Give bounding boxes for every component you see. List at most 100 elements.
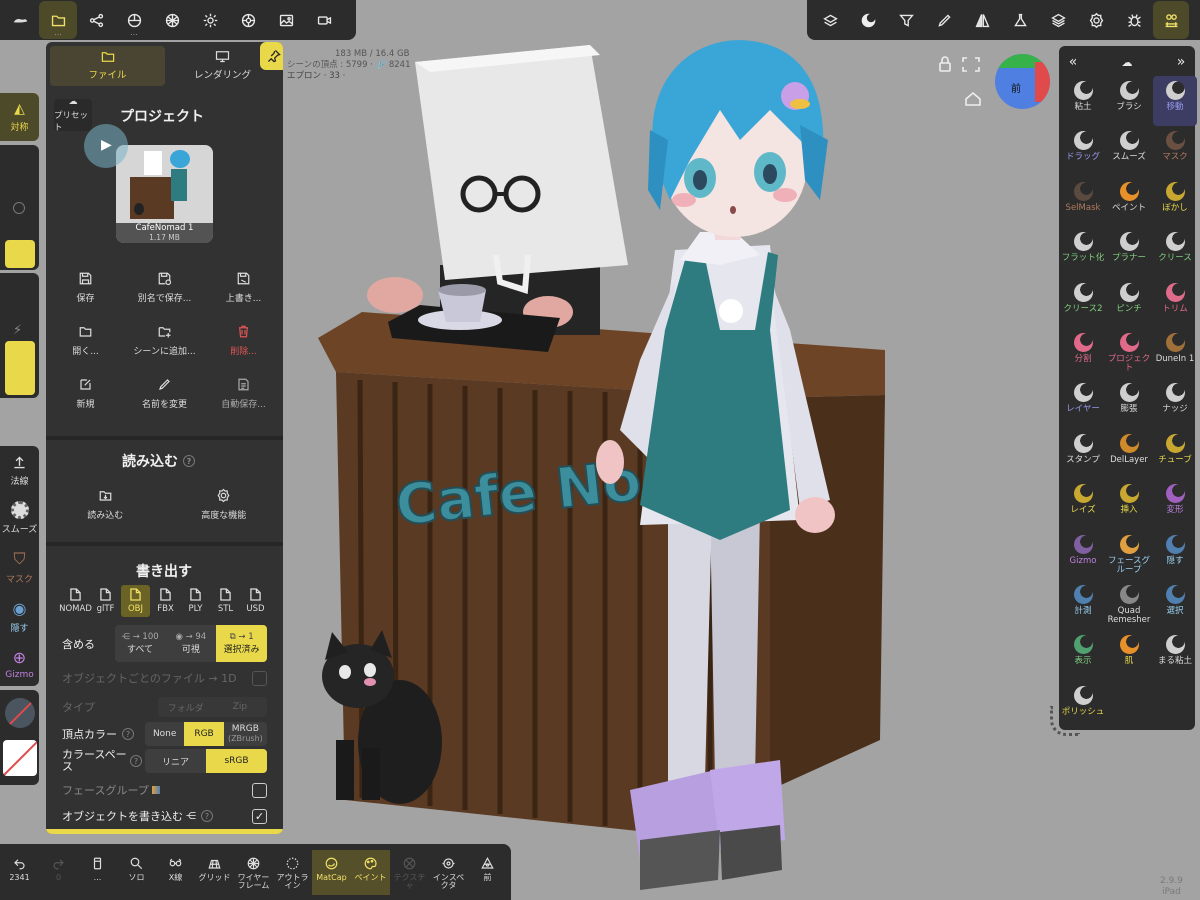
tool-quad-remesher[interactable]: Quad Remesher bbox=[1107, 580, 1151, 630]
include-option-1[interactable]: ◉ → 94 可視 bbox=[165, 625, 216, 662]
filter-icon[interactable] bbox=[887, 1, 925, 39]
nomad-logo-icon[interactable] bbox=[1, 1, 39, 39]
color-space-linear[interactable]: リニア bbox=[145, 749, 206, 773]
tool-粘土[interactable]: 粘土 bbox=[1061, 76, 1105, 126]
write-objects-checkbox[interactable]: ✓ bbox=[252, 808, 267, 824]
brush-stroke-icon[interactable] bbox=[925, 1, 963, 39]
tool-変形[interactable]: 変形 bbox=[1153, 479, 1197, 529]
tool-フラット化[interactable]: フラット化 bbox=[1061, 227, 1105, 277]
hide-button[interactable]: ◉ 隠す bbox=[10, 599, 28, 634]
material-icon[interactable]: ... bbox=[115, 1, 153, 39]
tools-icon[interactable] bbox=[1153, 1, 1189, 39]
action-save-as[interactable]: 別名で保存... bbox=[125, 271, 204, 304]
tool-肌[interactable]: 肌 bbox=[1107, 630, 1151, 680]
color-swatch[interactable] bbox=[3, 740, 37, 776]
camera-settings-icon[interactable] bbox=[229, 1, 267, 39]
bottom-outline[interactable]: アウトライン bbox=[273, 850, 312, 895]
format-gltf[interactable]: glTF bbox=[91, 585, 120, 617]
format-nomad[interactable]: NOMAD bbox=[59, 585, 92, 617]
settings-icon[interactable] bbox=[1077, 1, 1115, 39]
tool-スムーズ[interactable]: スムーズ bbox=[1107, 126, 1151, 176]
tool-ナッジ[interactable]: ナッジ bbox=[1153, 378, 1197, 428]
bottom-wireframe[interactable]: ワイヤーフレーム bbox=[234, 850, 273, 895]
bottom-device[interactable]: ... bbox=[78, 850, 117, 895]
import-gear[interactable]: 高度な機能 bbox=[165, 488, 284, 521]
tool-選択[interactable]: 選択 bbox=[1153, 580, 1197, 630]
radius-slider[interactable] bbox=[0, 145, 39, 270]
bottom-xray[interactable]: X線 bbox=[156, 850, 195, 895]
bottom-texture-off[interactable]: テクスチャ bbox=[390, 850, 429, 895]
tool-チューブ[interactable]: チューブ bbox=[1153, 429, 1197, 479]
resize-handle-icon[interactable] bbox=[1050, 706, 1080, 736]
action-rename[interactable]: 名前を変更 bbox=[125, 377, 204, 410]
flask-icon[interactable] bbox=[1001, 1, 1039, 39]
tool-膨張[interactable]: 膨張 bbox=[1107, 378, 1151, 428]
video-icon[interactable] bbox=[305, 1, 343, 39]
pin-button[interactable] bbox=[260, 42, 283, 70]
scene-graph-icon[interactable] bbox=[77, 1, 115, 39]
tool-プラナー[interactable]: プラナー bbox=[1107, 227, 1151, 277]
action-trash[interactable]: 削除... bbox=[204, 324, 283, 357]
tool-ピンチ[interactable]: ピンチ bbox=[1107, 278, 1151, 328]
tool-フェースグループ[interactable]: フェースグループ bbox=[1107, 530, 1151, 580]
material-sphere-icon[interactable] bbox=[5, 698, 35, 728]
bottom-grid[interactable]: グリッド bbox=[195, 850, 234, 895]
action-autosave[interactable]: 自動保存... bbox=[204, 377, 283, 410]
facegroup-checkbox[interactable] bbox=[252, 782, 267, 798]
home-icon[interactable] bbox=[965, 91, 981, 106]
tool-まる粘土[interactable]: まる粘土 bbox=[1153, 630, 1197, 680]
color-space-srgb[interactable]: sRGB bbox=[206, 749, 267, 773]
light-icon[interactable] bbox=[191, 1, 229, 39]
intensity-slider[interactable]: ⚡ bbox=[0, 273, 39, 398]
action-add-to-scene[interactable]: シーンに追加... bbox=[125, 324, 204, 357]
topology-icon[interactable] bbox=[811, 1, 849, 39]
vertex-color-mrgb[interactable]: MRGB (ZBrush) bbox=[224, 722, 267, 746]
tool-マスク[interactable]: マスク bbox=[1153, 126, 1197, 176]
vertex-color-none[interactable]: None bbox=[145, 722, 184, 746]
preset-button[interactable]: ☁ プリセット bbox=[54, 97, 92, 133]
format-ply[interactable]: PLY bbox=[181, 585, 210, 617]
tab-file[interactable]: ファイル bbox=[50, 46, 165, 86]
help-icon[interactable]: ? bbox=[130, 755, 142, 767]
help-icon[interactable]: ? bbox=[183, 455, 195, 467]
format-obj[interactable]: OBJ bbox=[121, 585, 150, 617]
texture-icon[interactable] bbox=[153, 1, 191, 39]
bottom-undo[interactable]: 2341 bbox=[0, 850, 39, 895]
action-save[interactable]: 保存 bbox=[46, 271, 125, 304]
tool-レイズ[interactable]: レイズ bbox=[1061, 479, 1105, 529]
panel-resize-bar[interactable] bbox=[46, 829, 283, 834]
bottom-paint[interactable]: ペイント bbox=[351, 849, 390, 895]
tool-ブラシ[interactable]: ブラシ bbox=[1107, 76, 1151, 126]
tool-プロジェクト[interactable]: プロジェクト bbox=[1107, 328, 1151, 378]
action-open[interactable]: 開く... bbox=[46, 324, 125, 357]
format-stl[interactable]: STL bbox=[211, 585, 240, 617]
help-icon[interactable]: ? bbox=[201, 810, 213, 822]
tool-ペイント[interactable]: ペイント bbox=[1107, 177, 1151, 227]
tool-ドラッグ[interactable]: ドラッグ bbox=[1061, 126, 1105, 176]
matcap-icon[interactable] bbox=[849, 1, 887, 39]
normal-button[interactable]: 法線 bbox=[10, 454, 29, 487]
background-icon[interactable] bbox=[267, 1, 305, 39]
tool-dellayer[interactable]: DelLayer bbox=[1107, 429, 1151, 479]
symmetry-button[interactable]: ◭ 対称 bbox=[0, 93, 39, 141]
view-cube[interactable]: 前 bbox=[995, 54, 1050, 109]
tool-ぼかし[interactable]: ぼかし bbox=[1153, 177, 1197, 227]
mask-button[interactable]: ⛉ マスク bbox=[6, 549, 33, 585]
symmetry-icon[interactable] bbox=[963, 1, 1001, 39]
fullscreen-icon[interactable] bbox=[962, 57, 980, 72]
tool-gizmo[interactable]: Gizmo bbox=[1061, 530, 1105, 580]
bug-icon[interactable] bbox=[1115, 1, 1153, 39]
format-usd[interactable]: USD bbox=[241, 585, 270, 617]
include-option-0[interactable]: ⋲ → 100 すべて bbox=[115, 625, 166, 662]
tool-移動[interactable]: 移動 bbox=[1153, 76, 1197, 127]
folder-icon[interactable]: ... bbox=[39, 1, 77, 39]
tool-隠す[interactable]: 隠す bbox=[1153, 530, 1197, 580]
import-import[interactable]: 読み込む bbox=[46, 488, 165, 521]
tool-表示[interactable]: 表示 bbox=[1061, 630, 1105, 680]
tool-トリム[interactable]: トリム bbox=[1153, 278, 1197, 328]
vertex-color-rgb[interactable]: RGB bbox=[184, 722, 224, 746]
collapse-right-icon[interactable]: » bbox=[1171, 52, 1191, 72]
tool-クリース[interactable]: クリース bbox=[1153, 227, 1197, 277]
type-zip-option[interactable]: Zip bbox=[213, 697, 267, 717]
project-thumbnail[interactable]: CafeNomad 1 1.17 MB bbox=[116, 145, 213, 243]
